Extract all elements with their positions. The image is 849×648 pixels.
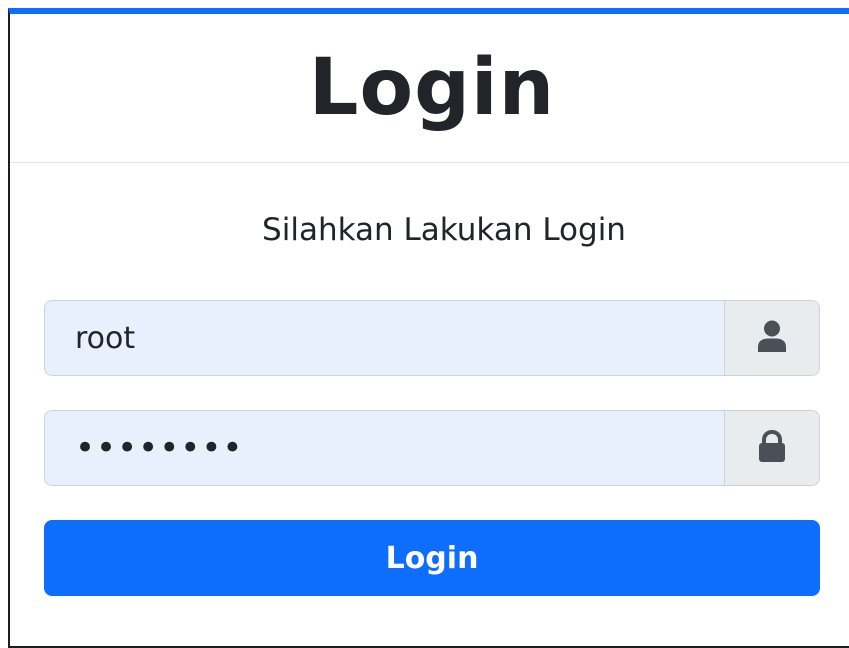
login-card: Login Silahkan Lakukan Login root Login	[8, 8, 849, 648]
lock-icon	[758, 429, 786, 467]
login-button[interactable]: Login	[44, 520, 820, 596]
username-group	[44, 300, 820, 376]
page-title: Login	[308, 43, 556, 133]
password-input[interactable]	[44, 410, 724, 486]
username-input[interactable]	[44, 300, 724, 376]
user-icon	[757, 320, 787, 357]
login-subtitle: Silahkan Lakukan Login	[262, 212, 626, 248]
card-header: Login	[10, 14, 849, 163]
page: Login Silahkan Lakukan Login root Login	[0, 0, 849, 648]
username-addon	[724, 300, 820, 376]
password-addon	[724, 410, 820, 486]
password-group	[44, 410, 820, 486]
